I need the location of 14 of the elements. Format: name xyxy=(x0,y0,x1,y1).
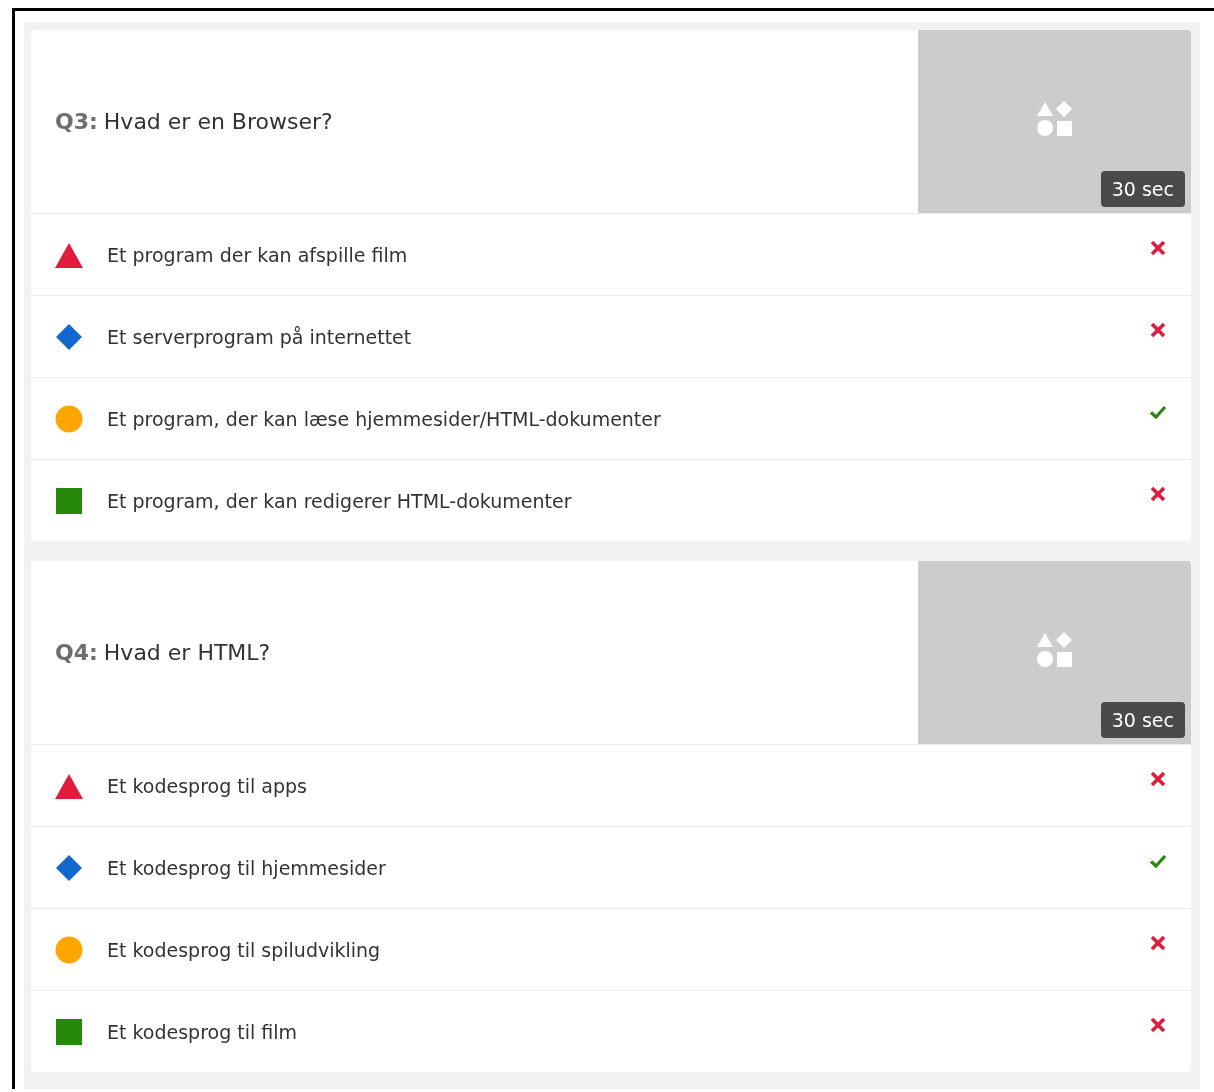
answer-text: Et kodesprog til apps xyxy=(107,774,308,797)
shapes-icon xyxy=(1036,100,1073,137)
answer-text: Et program, der kan redigerer HTML-dokumenter xyxy=(107,489,573,512)
question-title: Q3: Hvad er en Browser? xyxy=(54,108,334,136)
time-badge: 30 sec xyxy=(1100,702,1185,738)
time-badge: 30 sec xyxy=(1100,171,1185,207)
answer-text: Et kodesprog til spiludvikling xyxy=(107,938,382,961)
question-title: Q4: Hvad er HTML? xyxy=(54,639,272,667)
answer-text: Et kodesprog til film xyxy=(107,1020,299,1043)
answer-text: Et kodesprog til hjemmesider xyxy=(107,856,387,879)
answer-text: Et program, der kan læse hjemmesider/HTML-dokumenter xyxy=(107,407,662,430)
answer-text: Et program der kan afspille film xyxy=(107,243,409,266)
answer-text: Et serverprogram på internettet xyxy=(107,325,413,348)
shapes-icon xyxy=(1036,631,1073,668)
